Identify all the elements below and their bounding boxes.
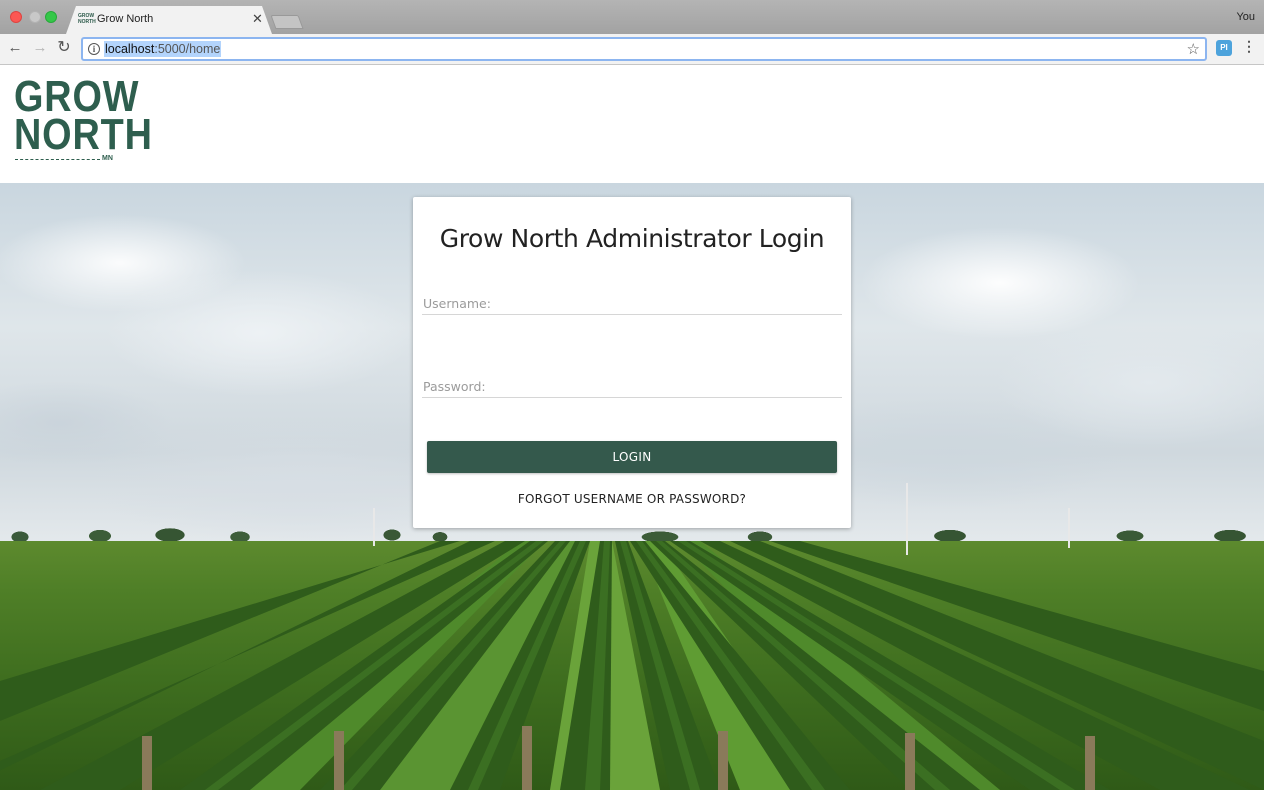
username-field-wrapper [422, 285, 842, 325]
browser-toolbar: ← → ↻ i localhost:5000/home ☆ PI ⋮ [0, 34, 1264, 65]
username-input[interactable] [422, 285, 842, 315]
new-tab-button[interactable] [270, 15, 304, 29]
logo-subtext: MN [102, 155, 113, 162]
site-header: GROW NORTH MN [0, 66, 1264, 183]
tab-title: Grow North [97, 13, 154, 25]
window-close-button[interactable] [10, 11, 22, 23]
window-minimize-button[interactable] [29, 11, 41, 23]
info-icon[interactable]: i [88, 43, 100, 55]
logo-rule [15, 159, 100, 160]
login-button[interactable]: LOGIN [427, 441, 837, 473]
wind-turbine-image [906, 483, 908, 555]
vineyard-rows-image [0, 541, 1264, 790]
reload-icon[interactable]: ↻ [54, 38, 74, 58]
wind-turbine-image [373, 508, 375, 546]
extension-icon[interactable]: PI [1216, 40, 1232, 56]
login-card: Grow North Administrator Login LOGIN FOR… [413, 197, 851, 528]
close-icon[interactable]: ✕ [252, 11, 263, 27]
profile-button[interactable]: You [1236, 11, 1255, 23]
password-field-wrapper [422, 368, 842, 408]
forgot-credentials-link[interactable]: FORGOT USERNAME OR PASSWORD? [413, 492, 851, 506]
web-page: GROW NORTH MN Grow North Administrator L… [0, 66, 1264, 790]
wind-turbine-image [1068, 508, 1070, 548]
browser-tab-active[interactable]: GROW NORTH Grow North ✕ [66, 6, 272, 34]
login-title: Grow North Administrator Login [439, 224, 825, 253]
password-input[interactable] [422, 368, 842, 398]
grow-north-logo[interactable]: GROW NORTH MN [14, 75, 153, 167]
address-bar[interactable]: i localhost:5000/home ☆ [81, 37, 1207, 61]
url-host: localhost [105, 42, 155, 56]
logo-line-north: NORTH [14, 110, 153, 159]
forward-arrow-icon[interactable]: → [30, 38, 50, 58]
back-arrow-icon[interactable]: ← [5, 38, 25, 58]
star-icon[interactable]: ☆ [1187, 40, 1200, 58]
url-text[interactable]: localhost:5000/home [104, 41, 222, 57]
browser-tab-strip: GROW NORTH Grow North ✕ You [0, 0, 1264, 34]
url-path: :5000/home [154, 42, 221, 56]
kebab-menu-icon[interactable]: ⋮ [1242, 38, 1256, 55]
window-zoom-button[interactable] [45, 11, 57, 23]
favicon-icon: GROW NORTH [78, 13, 96, 25]
